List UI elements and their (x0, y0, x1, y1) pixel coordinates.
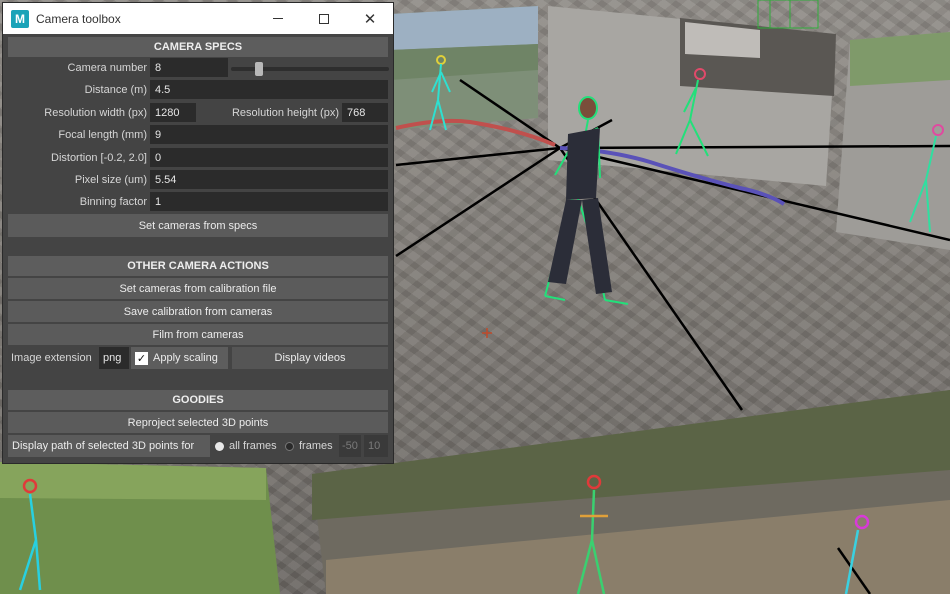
checkmark-icon: ✓ (135, 351, 148, 365)
radio-unselected-icon (285, 441, 294, 451)
goodies-header[interactable]: GOODIES (8, 390, 388, 410)
set-cameras-from-calibration-button[interactable]: Set cameras from calibration file (8, 278, 388, 299)
camera-number-field[interactable]: 8 (150, 58, 228, 77)
camera-image-plane-bottom (312, 390, 950, 594)
camera-image-plane-bottom-left (0, 462, 280, 594)
save-calibration-button[interactable]: Save calibration from cameras (8, 301, 388, 322)
set-cameras-from-specs-button[interactable]: Set cameras from specs (8, 214, 388, 237)
resolution-height-label: Resolution height (px) (231, 106, 339, 119)
frame-start-field[interactable]: -50 (339, 435, 361, 457)
camera-model-top (757, 0, 819, 29)
radio-selected-icon (215, 441, 224, 451)
apply-scaling-checkbox[interactable]: ✓ Apply scaling (131, 347, 228, 369)
camera-number-slider-handle[interactable] (255, 62, 263, 76)
display-videos-button[interactable]: Display videos (232, 347, 388, 369)
all-frames-radio[interactable]: all frames (215, 435, 277, 457)
minimize-button[interactable] (255, 3, 301, 34)
camera-number-label: Camera number (67, 61, 147, 74)
distance-label: Distance (m) (84, 83, 147, 96)
all-frames-label: all frames (229, 440, 277, 452)
resolution-width-label: Resolution width (px) (44, 106, 147, 119)
window-titlebar[interactable]: M Camera toolbox ✕ (3, 3, 393, 34)
apply-scaling-label: Apply scaling (153, 352, 218, 364)
close-icon: ✕ (363, 10, 377, 28)
pixel-size-field[interactable]: 5.54 (150, 170, 388, 189)
focal-length-field[interactable]: 9 (150, 125, 388, 144)
origin-marker (482, 328, 492, 338)
maximize-icon (319, 13, 329, 24)
display-path-button[interactable]: Display path of selected 3D points for (8, 435, 210, 457)
binning-factor-label: Binning factor (79, 195, 147, 208)
film-from-cameras-button[interactable]: Film from cameras (8, 324, 388, 345)
image-extension-label: Image extension (11, 352, 92, 364)
distortion-field[interactable]: 0 (150, 148, 388, 167)
frames-radio[interactable]: frames (285, 435, 333, 457)
frames-label: frames (299, 440, 333, 452)
focal-length-label: Focal length (mm) (58, 128, 147, 141)
resolution-height-field[interactable]: 768 (342, 103, 388, 122)
camera-specs-header[interactable]: CAMERA SPECS (8, 37, 388, 57)
camera-image-plane-top-left (390, 6, 538, 130)
maximize-button[interactable] (301, 3, 347, 34)
minimize-icon (273, 18, 283, 19)
image-extension-field[interactable]: png (99, 347, 129, 369)
close-button[interactable]: ✕ (347, 3, 393, 34)
binning-factor-field[interactable]: 1 (150, 192, 388, 211)
window-title: Camera toolbox (36, 11, 121, 26)
distortion-label: Distortion [-0.2, 2.0] (51, 151, 147, 164)
trajectory-red (395, 118, 556, 147)
distance-field[interactable]: 4.5 (150, 80, 388, 99)
reproject-3d-points-button[interactable]: Reproject selected 3D points (8, 412, 388, 433)
other-camera-actions-header[interactable]: OTHER CAMERA ACTIONS (8, 256, 388, 276)
camera-toolbox-window[interactable]: M Camera toolbox ✕ CAMERA SPECS Camera n… (2, 2, 394, 464)
app-icon: M (11, 9, 29, 28)
frame-end-field[interactable]: 10 (364, 435, 388, 457)
pixel-size-label: Pixel size (um) (74, 173, 147, 186)
resolution-width-field[interactable]: 1280 (150, 103, 196, 122)
